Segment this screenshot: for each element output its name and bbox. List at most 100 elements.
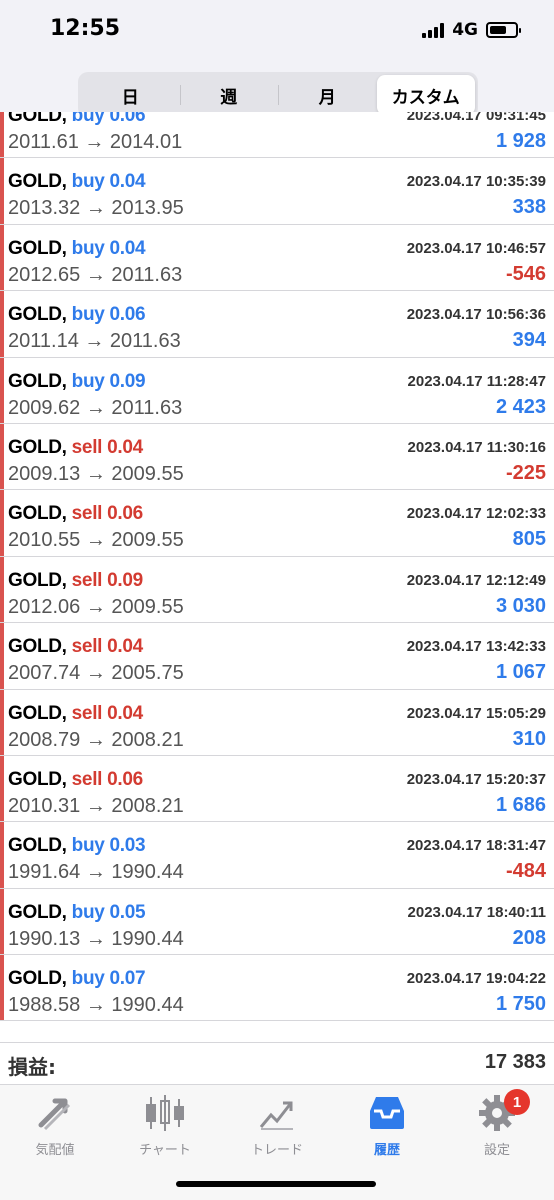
trade-row[interactable]: GOLD, buy 0.03 1991.64 → 1990.44 2023.04.1… — [0, 822, 554, 889]
trade-title: GOLD, buy 0.06 — [8, 112, 146, 127]
trade-prices: 1988.58 → 1990.44 — [8, 994, 184, 1017]
trade-datetime: 2023.04.17 10:35:39 — [406, 173, 546, 191]
trade-datetime: 2023.04.17 18:40:11 — [407, 903, 546, 921]
trade-prices: 2011.61 → 2014.01 — [8, 131, 183, 153]
trade-symbol: GOLD, — [8, 901, 67, 923]
home-indicator — [176, 1181, 376, 1187]
status-bar: 12:55 4G — [0, 0, 554, 64]
segment-month[interactable]: 月 — [278, 75, 377, 115]
trade-row[interactable]: GOLD, buy 0.06 2011.14 → 2011.63 2023.04.1… — [0, 291, 554, 358]
trade-row[interactable]: GOLD, sell 0.04 2008.79 → 2008.21 2023.04.… — [0, 689, 554, 756]
trade-profit: -225 — [505, 461, 546, 484]
trade-prices: 2010.55 → 2009.55 — [8, 529, 184, 552]
trade-datetime: 2023.04.17 11:28:47 — [407, 372, 546, 390]
trade-side-volume: sell 0.04 — [71, 636, 144, 658]
trade-symbol: GOLD, — [8, 370, 67, 392]
segment-day[interactable]: 日 — [81, 75, 180, 115]
trade-side-volume: sell 0.06 — [71, 503, 144, 525]
trade-profit: 1 686 — [495, 793, 546, 816]
trade-datetime: 2023.04.17 13:42:33 — [406, 638, 546, 656]
trade-symbol: GOLD, — [8, 503, 67, 525]
trade-profit: 1 928 — [495, 130, 546, 152]
tab-quotes[interactable]: 気配値 — [0, 1093, 110, 1165]
trade-symbol: GOLD, — [8, 569, 67, 591]
trade-side-volume: buy 0.05 — [71, 901, 146, 923]
trade-title: GOLD, buy 0.03 — [8, 835, 146, 857]
trade-symbol: GOLD, — [8, 702, 67, 724]
trade-profit: 394 — [512, 329, 546, 352]
trade-title: GOLD, buy 0.06 — [8, 304, 146, 326]
trade-prices: 2009.62 → 2011.63 — [8, 396, 183, 419]
trade-datetime: 2023.04.17 12:02:33 — [406, 505, 546, 523]
segment-custom[interactable]: カスタム — [376, 75, 475, 115]
trade-side-volume: sell 0.06 — [71, 768, 144, 790]
tab-history[interactable]: 履歴 — [332, 1093, 442, 1165]
trade-datetime: 2023.04.17 10:56:36 — [406, 306, 546, 324]
trade-title: GOLD, buy 0.04 — [8, 237, 146, 260]
trade-history-list[interactable]: GOLD, buy 0.06 2011.61 → 2014.01 2023.04.1… — [0, 112, 554, 1042]
profit-label: 損益: — [8, 1055, 56, 1079]
trade-side-volume: buy 0.03 — [71, 835, 146, 857]
tab-settings[interactable]: 1 設定 — [442, 1089, 552, 1165]
trade-datetime: 2023.04.17 18:31:47 — [406, 837, 546, 855]
profit-summary: 損益: 17 383 — [0, 1042, 554, 1084]
trade-profit: 338 — [512, 196, 546, 219]
trade-datetime: 2023.04.17 12:12:49 — [406, 571, 546, 589]
trade-title: GOLD, sell 0.04 — [8, 437, 143, 459]
trade-line-chart-icon — [255, 1093, 299, 1133]
tab-trade-label: トレード — [250, 1143, 303, 1158]
network-type: 4G — [452, 20, 478, 40]
trade-datetime: 2023.04.17 09:31:45 — [406, 112, 546, 124]
trade-symbol: GOLD, — [8, 768, 67, 790]
trade-row[interactable]: GOLD, sell 0.06 2010.31 → 2008.21 2023.04.… — [0, 755, 554, 823]
trade-symbol: GOLD, — [8, 171, 67, 193]
trade-prices: 2007.74 → 2005.75 — [8, 662, 184, 685]
history-tray-icon — [365, 1093, 409, 1133]
trade-title: GOLD, sell 0.09 — [8, 570, 143, 592]
tab-chart-label: チャート — [139, 1143, 191, 1158]
trade-profit: 2 423 — [495, 395, 546, 418]
trade-side-volume: sell 0.04 — [71, 436, 144, 458]
tab-settings-label: 設定 — [483, 1143, 510, 1158]
trade-symbol: GOLD, — [8, 968, 67, 990]
trade-row[interactable]: GOLD, sell 0.04 2009.13 → 2009.55 2023.04.… — [0, 423, 554, 491]
trade-symbol: GOLD, — [8, 237, 67, 259]
tab-trade[interactable]: トレード — [222, 1093, 332, 1165]
battery-icon — [486, 22, 521, 38]
trade-side-volume: buy 0.04 — [71, 237, 146, 259]
trade-row[interactable]: GOLD, buy 0.04 2012.65 → 2011.63 2023.04.1… — [0, 224, 554, 292]
trade-prices: 2012.65 → 2011.63 — [8, 263, 183, 286]
status-time: 12:55 — [50, 16, 121, 41]
trade-title: GOLD, buy 0.04 — [8, 171, 146, 193]
cellular-signal-icon — [422, 22, 445, 38]
trade-row[interactable]: GOLD, sell 0.09 2012.06 → 2009.55 2023.04.… — [0, 556, 554, 624]
trade-prices: 2010.31 → 2008.21 — [8, 794, 184, 817]
trade-profit: 208 — [512, 926, 546, 949]
trade-datetime: 2023.04.17 19:04:22 — [406, 970, 546, 988]
trade-profit: 1 750 — [495, 993, 546, 1016]
trade-row[interactable]: GOLD, buy 0.06 2011.61 → 2014.01 2023.04.1… — [0, 112, 554, 159]
trade-title: GOLD, buy 0.09 — [8, 370, 146, 393]
trade-row[interactable]: GOLD, buy 0.09 2009.62 → 2011.63 2023.04.1… — [0, 357, 554, 424]
trade-datetime: 2023.04.17 15:20:37 — [406, 770, 546, 788]
trade-row[interactable]: GOLD, buy 0.04 2013.32 → 2013.95 2023.04.1… — [0, 158, 554, 225]
trade-prices: 1990.13 → 1990.44 — [8, 927, 184, 950]
quotes-arrows-icon — [33, 1093, 77, 1133]
tab-history-label: 履歴 — [373, 1143, 400, 1158]
trade-datetime: 2023.04.17 10:46:57 — [406, 239, 546, 257]
trade-prices: 2011.14 → 2011.63 — [8, 330, 181, 353]
tab-chart[interactable]: チャート — [110, 1093, 220, 1165]
candlestick-chart-icon — [143, 1093, 187, 1133]
trade-row[interactable]: GOLD, sell 0.06 2010.55 → 2009.55 2023.04.… — [0, 490, 554, 557]
trade-history-rows: GOLD, buy 0.06 2011.61 → 2014.01 2023.04.1… — [0, 112, 554, 1022]
trade-symbol: GOLD, — [8, 436, 67, 458]
trade-prices: 1991.64 → 1990.44 — [8, 861, 184, 884]
trade-title: GOLD, sell 0.04 — [8, 636, 143, 658]
trade-profit: -484 — [505, 860, 546, 883]
trade-prices: 2013.32 → 2013.95 — [8, 197, 184, 220]
trade-row[interactable]: GOLD, buy 0.05 1990.13 → 1990.44 2023.04.1… — [0, 888, 554, 956]
segment-week[interactable]: 週 — [179, 75, 279, 115]
trade-title: GOLD, buy 0.07 — [8, 968, 146, 990]
trade-row[interactable]: GOLD, sell 0.04 2007.74 → 2005.75 2023.04.… — [0, 623, 554, 690]
trade-row[interactable]: GOLD, buy 0.07 1988.58 → 1990.44 2023.04.1… — [0, 955, 554, 1022]
